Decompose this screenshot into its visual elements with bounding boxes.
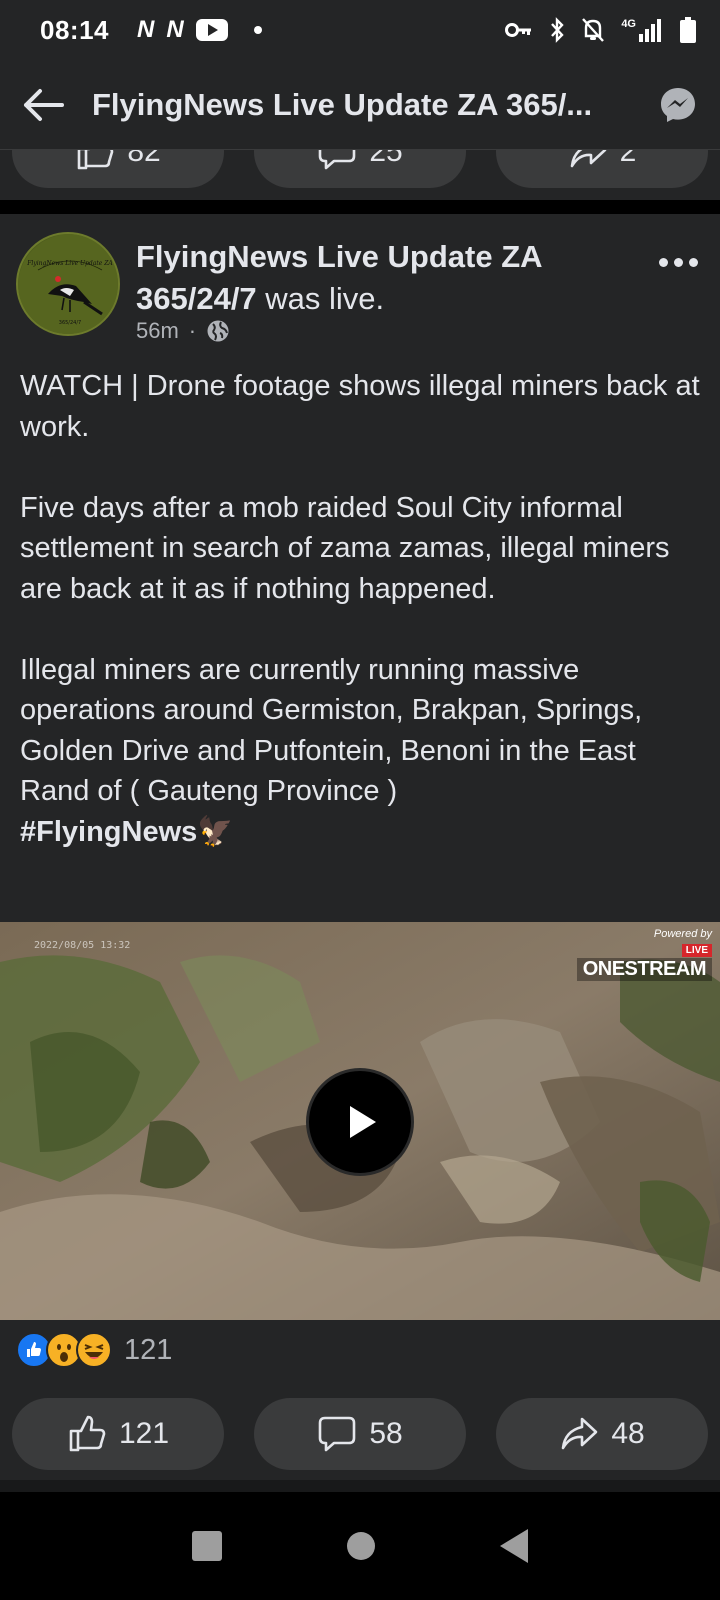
hashtag-link[interactable]: #FlyingNews🦅: [20, 816, 233, 848]
recent-apps-button[interactable]: [192, 1531, 223, 1561]
video-timestamp: 2022/08/05 13:32: [34, 940, 131, 951]
thumbs-up-icon: [69, 1415, 106, 1452]
onestream-watermark: Powered by LIVE ONESTREAM: [576, 928, 712, 981]
powered-by-label: Powered by: [653, 928, 712, 940]
mute-bell-icon: [582, 18, 605, 42]
system-back-button[interactable]: [499, 1529, 528, 1563]
post-divider: [0, 200, 720, 214]
comment-icon: [319, 150, 356, 170]
like-button[interactable]: 121: [12, 1398, 224, 1470]
post-meta: 56m ·: [136, 318, 230, 344]
thumbs-up-icon: [78, 150, 114, 170]
globe-icon: [207, 320, 229, 342]
back-button[interactable]: [22, 80, 72, 130]
prev-like-button[interactable]: 82: [12, 150, 224, 188]
haha-reaction-icon: [76, 1332, 112, 1368]
comment-icon: [319, 1416, 356, 1452]
reaction-count: 121: [124, 1333, 173, 1366]
video-player[interactable]: 2022/08/05 13:32 Powered by LIVE ONESTRE…: [0, 922, 720, 1320]
feed-divider: [0, 1480, 720, 1492]
post-card: FlyingNews Live Update ZA 365/24/7 Flyin…: [0, 214, 720, 1480]
play-icon: [350, 1106, 376, 1138]
comment-button[interactable]: 58: [254, 1398, 466, 1470]
author-action-text: was live.: [265, 281, 385, 316]
prev-share-button[interactable]: 2: [496, 150, 708, 188]
messenger-icon: [661, 87, 695, 122]
share-icon: [562, 1417, 598, 1450]
post-paragraph: Illegal miners are currently running mas…: [20, 653, 643, 808]
svg-text:365/24/7: 365/24/7: [59, 320, 81, 326]
avatar[interactable]: FlyingNews Live Update ZA 365/24/7: [16, 232, 120, 336]
post-time[interactable]: 56m: [136, 318, 179, 344]
post-paragraph: Five days after a mob raided Soul City i…: [20, 491, 670, 605]
signal-icon: 4G: [621, 18, 664, 42]
youtube-icon: [195, 19, 228, 41]
status-bar: 08:14 N N 4G: [0, 0, 720, 60]
previous-post-actions: 82 25 2: [0, 150, 720, 200]
system-nav-bar: [0, 1492, 720, 1600]
more-notifications-dot-icon: [253, 26, 262, 34]
live-badge: LIVE: [681, 944, 712, 957]
onestream-logo: ONESTREAM: [576, 958, 712, 981]
more-dot-icon: [659, 258, 668, 267]
messenger-button[interactable]: [658, 85, 698, 125]
share-icon: [570, 150, 606, 168]
like-count: 121: [118, 1417, 170, 1450]
meta-separator: ·: [188, 318, 197, 343]
more-options-button[interactable]: [659, 258, 698, 267]
battery-icon: [680, 17, 696, 43]
play-button[interactable]: [306, 1068, 414, 1176]
share-count: 48: [611, 1417, 645, 1450]
back-arrow-icon: [24, 88, 64, 121]
n-notification-icon: N: [137, 16, 155, 43]
reactions-summary[interactable]: 121: [16, 1332, 172, 1368]
prev-like-count: 82: [127, 150, 161, 168]
home-button[interactable]: [346, 1532, 375, 1560]
comment-count: 58: [369, 1417, 403, 1450]
svg-text:FlyingNews Live Update ZA: FlyingNews Live Update ZA: [26, 260, 113, 267]
app-header: FlyingNews Live Update ZA 365/...: [0, 60, 720, 150]
network-type-label: 4G: [621, 18, 636, 30]
prev-share-count: 2: [619, 150, 637, 168]
post-body: WATCH | Drone footage shows illegal mine…: [20, 366, 710, 852]
n-notification-icon: N: [166, 16, 184, 43]
post-author: FlyingNews Live Update ZA 365/24/7 was l…: [136, 236, 616, 320]
more-dot-icon: [674, 258, 683, 267]
page-title: FlyingNews Live Update ZA 365/...: [92, 86, 593, 122]
status-time: 08:14: [40, 14, 109, 45]
bluetooth-icon: [551, 17, 564, 43]
prev-comment-count: 25: [369, 150, 403, 168]
vpn-key-icon: [505, 23, 532, 37]
magpie-logo-icon: FlyingNews Live Update ZA 365/24/7: [18, 234, 118, 334]
post-paragraph: WATCH | Drone footage shows illegal mine…: [20, 370, 700, 443]
prev-comment-button[interactable]: 25: [254, 150, 466, 188]
more-dot-icon: [689, 258, 698, 267]
share-button[interactable]: 48: [496, 1398, 708, 1470]
